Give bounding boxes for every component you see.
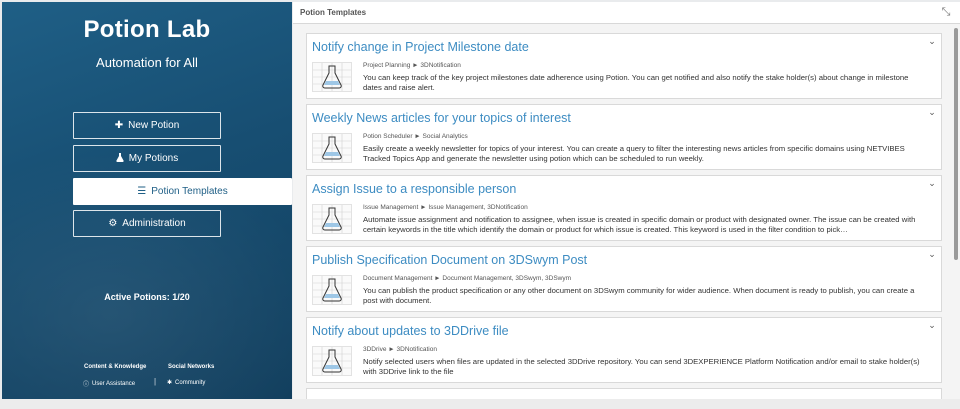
administration-label: Administration — [122, 218, 186, 229]
new-potion-label: New Potion — [128, 120, 180, 131]
my-potions-label: My Potions — [128, 153, 179, 164]
new-potion-button[interactable]: ✚ New Potion — [73, 112, 221, 139]
template-thumbnail — [312, 62, 352, 92]
templates-panel: Potion Templates ⤡ Notify change in Proj… — [293, 2, 960, 399]
template-card[interactable]: Publish Specification Document on 3DSwym… — [306, 246, 942, 312]
template-breadcrumb: Project Planning ► 3DNotification — [363, 62, 461, 69]
template-description: Easily create a weekly newsletter for to… — [363, 144, 905, 163]
template-description: You can publish the product specificatio… — [363, 286, 915, 305]
template-description: Notify selected users when files are upd… — [363, 357, 920, 376]
chevron-down-icon[interactable]: ⌄ — [927, 249, 937, 259]
chevron-down-icon[interactable]: ⌄ — [927, 107, 937, 117]
template-card[interactable]: Assign Issue to a responsible person ⌄ I… — [306, 175, 942, 241]
help-icon: ⓘ — [83, 382, 90, 388]
active-potions-count: Active Potions: 1/20 — [104, 292, 190, 302]
template-breadcrumb: Potion Scheduler ► Social Analytics — [363, 133, 468, 140]
chevron-down-icon[interactable]: ⌄ — [927, 36, 937, 46]
app-title: Potion Lab — [83, 16, 211, 43]
chevron-down-icon[interactable]: ⌄ — [927, 320, 937, 330]
community-link[interactable]: ✱ Community — [167, 379, 206, 387]
template-description: You can keep track of the key project mi… — [363, 73, 909, 92]
template-description: Automate issue assignment and notificati… — [363, 215, 916, 234]
collapse-icon[interactable]: ⤡ — [940, 6, 952, 18]
template-title[interactable]: Weekly News articles for your topics of … — [312, 111, 571, 125]
template-title[interactable]: Notify change in Project Milestone date — [312, 40, 529, 54]
template-title[interactable]: Notify about updates to 3DDrive file — [312, 324, 509, 338]
potion-templates-label: Potion Templates — [151, 186, 228, 197]
template-breadcrumb: Document Management ► Document Managemen… — [363, 275, 572, 282]
potion-templates-button[interactable]: ☰ Potion Templates — [73, 178, 292, 205]
template-card-partial[interactable] — [306, 388, 942, 399]
sidebar: Potion Lab Automation for All ✚ New Poti… — [2, 2, 292, 399]
template-thumbnail — [312, 204, 352, 234]
my-potions-button[interactable]: My Potions — [73, 145, 221, 172]
bottom-strip — [0, 399, 960, 409]
gear-icon: ⚙ — [108, 217, 118, 229]
template-title[interactable]: Assign Issue to a responsible person — [312, 182, 516, 196]
template-card[interactable]: Notify about updates to 3DDrive file ⌄ 3… — [306, 317, 942, 383]
scrollbar[interactable] — [954, 28, 958, 260]
plus-icon: ✚ — [114, 119, 124, 131]
template-card[interactable]: Notify change in Project Milestone date … — [306, 33, 942, 99]
community-icon: ✱ — [167, 380, 173, 386]
template-card[interactable]: Weekly News articles for your topics of … — [306, 104, 942, 170]
template-thumbnail — [312, 346, 352, 376]
template-breadcrumb: 3DDrive ► 3DNotification — [363, 346, 437, 353]
user-assistance-label: User Assistance — [92, 380, 136, 387]
list-icon: ☰ — [137, 185, 147, 197]
footer-separator: | — [154, 377, 157, 386]
community-label: Community — [175, 379, 206, 386]
footer-heading-social: Social Networks — [168, 364, 215, 370]
panel-header: Potion Templates ⤡ — [293, 2, 960, 24]
potion-icon — [116, 152, 124, 165]
template-breadcrumb: Issue Management ► Issue Management, 3DN… — [363, 204, 528, 211]
app-subtitle: Automation for All — [96, 55, 198, 70]
template-thumbnail — [312, 133, 352, 163]
chevron-down-icon[interactable]: ⌄ — [927, 178, 937, 188]
footer-heading-content: Content & Knowledge — [84, 364, 147, 370]
template-title[interactable]: Publish Specification Document on 3DSwym… — [312, 253, 587, 267]
template-thumbnail — [312, 275, 352, 305]
user-assistance-link[interactable]: ⓘ User Assistance — [83, 379, 136, 389]
administration-button[interactable]: ⚙ Administration — [73, 210, 221, 237]
panel-title: Potion Templates — [300, 8, 367, 17]
